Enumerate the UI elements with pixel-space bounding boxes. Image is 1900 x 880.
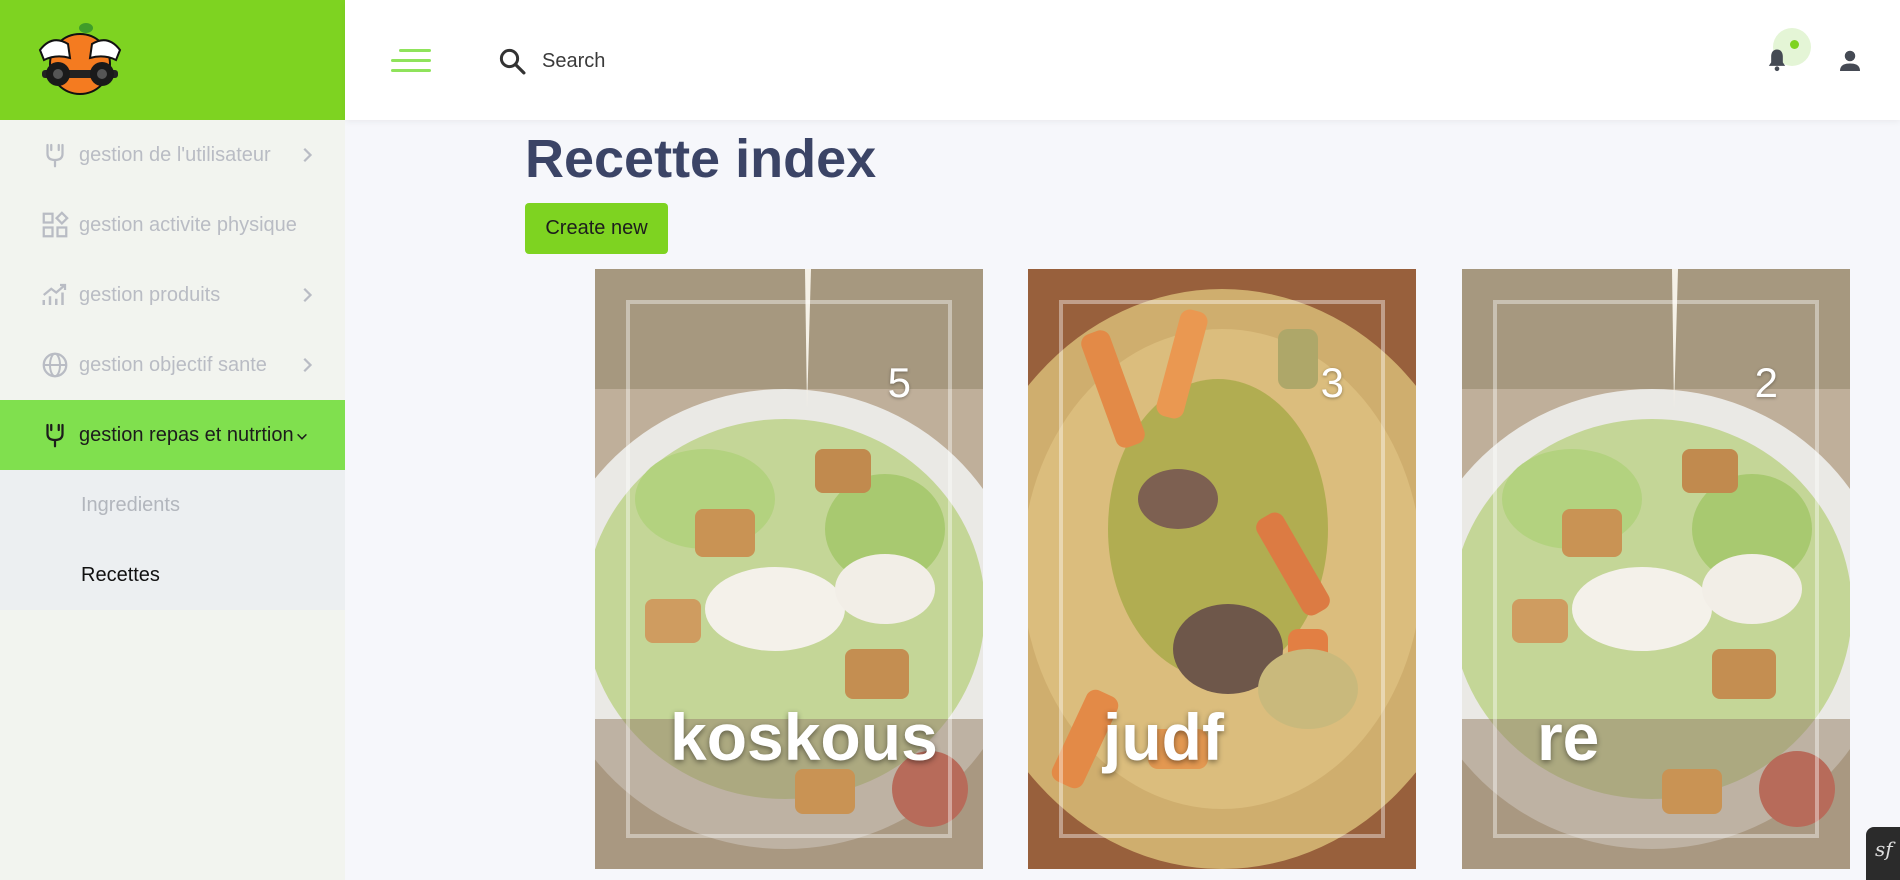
- sub-menu: Ingredients Recettes: [0, 470, 345, 610]
- notification-dot: [1790, 40, 1799, 49]
- recipe-count: 3: [1320, 359, 1344, 406]
- sub-item-ingredients[interactable]: Ingredients: [0, 470, 345, 540]
- plug-icon: [46, 423, 64, 448]
- plug-icon: [46, 143, 64, 168]
- page-title: Recette index: [525, 129, 877, 189]
- recipe-count: 5: [887, 359, 911, 406]
- sub-item-recettes[interactable]: Recettes: [0, 540, 345, 610]
- sidebar-item-physical-activity[interactable]: gestion activite physique: [0, 190, 345, 260]
- sidebar-item-label: gestion activite physique: [79, 213, 297, 236]
- sidebar: gestion de l'utilisateur gestion activit…: [0, 120, 345, 880]
- recipe-name: koskous: [670, 700, 938, 774]
- sidebar-item-label: gestion produits: [79, 283, 221, 306]
- search-icon[interactable]: [497, 46, 527, 76]
- sidebar-item-products[interactable]: gestion produits: [0, 260, 345, 330]
- recipe-card[interactable]: 3 judf: [1028, 269, 1416, 869]
- hamburger-line: [391, 69, 431, 72]
- recipe-card[interactable]: 5 koskous: [595, 269, 983, 869]
- logo-area: [0, 0, 345, 120]
- top-bar: [345, 0, 1900, 120]
- search-input[interactable]: [542, 42, 842, 80]
- bell-icon: [1768, 49, 1786, 72]
- grid-icon: [42, 211, 69, 238]
- logo-icon[interactable]: [30, 20, 130, 100]
- sidebar-item-meals-nutrition[interactable]: gestion repas et nutrtion: [0, 400, 345, 470]
- hamburger-line: [391, 59, 431, 62]
- create-new-button[interactable]: Create new: [525, 203, 668, 254]
- sidebar-item-label: gestion repas et nutrtion: [79, 423, 294, 446]
- symfony-logo-icon: sf: [1875, 837, 1893, 861]
- notifications-button[interactable]: [1761, 28, 1811, 84]
- sidebar-item-user-management[interactable]: gestion de l'utilisateur: [0, 120, 345, 190]
- chevron-right-icon: [303, 147, 313, 163]
- chevron-down-icon: [297, 433, 307, 440]
- chart-icon: [42, 283, 67, 305]
- globe-icon: [42, 352, 68, 378]
- sidebar-item-label: gestion de l'utilisateur: [79, 143, 271, 166]
- person-icon[interactable]: [1835, 46, 1865, 76]
- menu-toggle-button[interactable]: [391, 46, 431, 76]
- sidebar-item-health-goal[interactable]: gestion objectif sante: [0, 330, 345, 400]
- chevron-right-icon: [303, 357, 313, 373]
- hamburger-line: [399, 49, 431, 52]
- symfony-toolbar-toggle[interactable]: sf: [1866, 827, 1900, 880]
- recipe-name: judf: [1103, 700, 1224, 774]
- recipe-name: re: [1537, 700, 1600, 774]
- sidebar-item-label: gestion objectif sante: [79, 353, 267, 376]
- recipe-count: 2: [1754, 359, 1778, 406]
- recipe-card[interactable]: 2 re: [1462, 269, 1850, 869]
- chevron-right-icon: [303, 287, 313, 303]
